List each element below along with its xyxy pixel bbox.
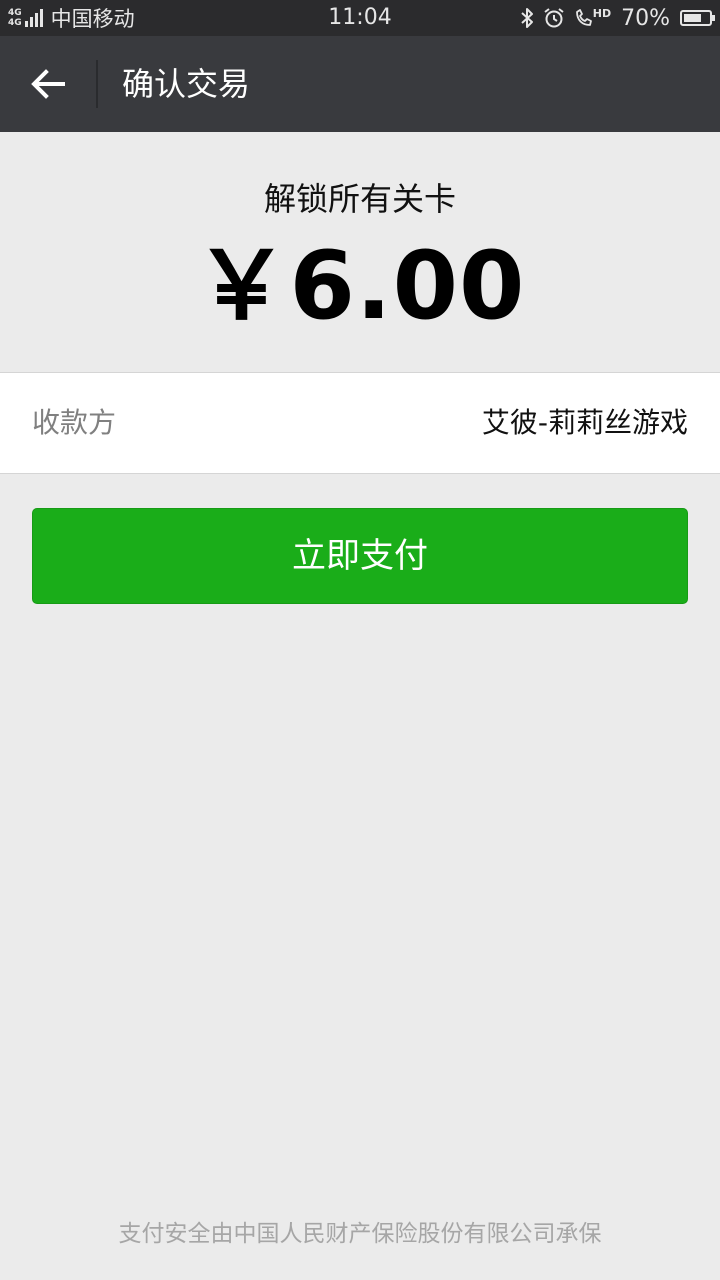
bluetooth-icon (519, 7, 535, 29)
battery-percent: 70% (621, 5, 670, 31)
battery-icon (680, 10, 715, 26)
hd-call-icon: HD (573, 7, 611, 29)
payee-row: 收款方 艾彼-莉莉丝游戏 (0, 372, 720, 474)
nav-divider (96, 60, 98, 108)
status-bar: 4G 4G 中国移动 11:04 HD 70% (0, 0, 720, 36)
hd-label: HD (592, 6, 612, 20)
product-name: 解锁所有关卡 (263, 180, 456, 218)
battery-level (684, 14, 701, 22)
back-button[interactable] (14, 50, 84, 118)
price-amount: ￥6.00 (194, 232, 526, 341)
insurance-note: 支付安全由中国人民财产保险股份有限公司承保 (118, 1221, 602, 1247)
order-summary: 解锁所有关卡 ￥6.00 (0, 132, 720, 372)
page-title: 确认交易 (122, 65, 251, 103)
pay-now-button[interactable]: 立即支付 (32, 508, 688, 604)
payee-label: 收款方 (32, 406, 117, 439)
nav-bar: 确认交易 (0, 36, 720, 132)
payee-name: 艾彼-莉莉丝游戏 (481, 406, 688, 439)
status-right: HD 70% (511, 0, 715, 36)
arrow-left-icon (31, 69, 65, 99)
alarm-icon (543, 7, 565, 29)
